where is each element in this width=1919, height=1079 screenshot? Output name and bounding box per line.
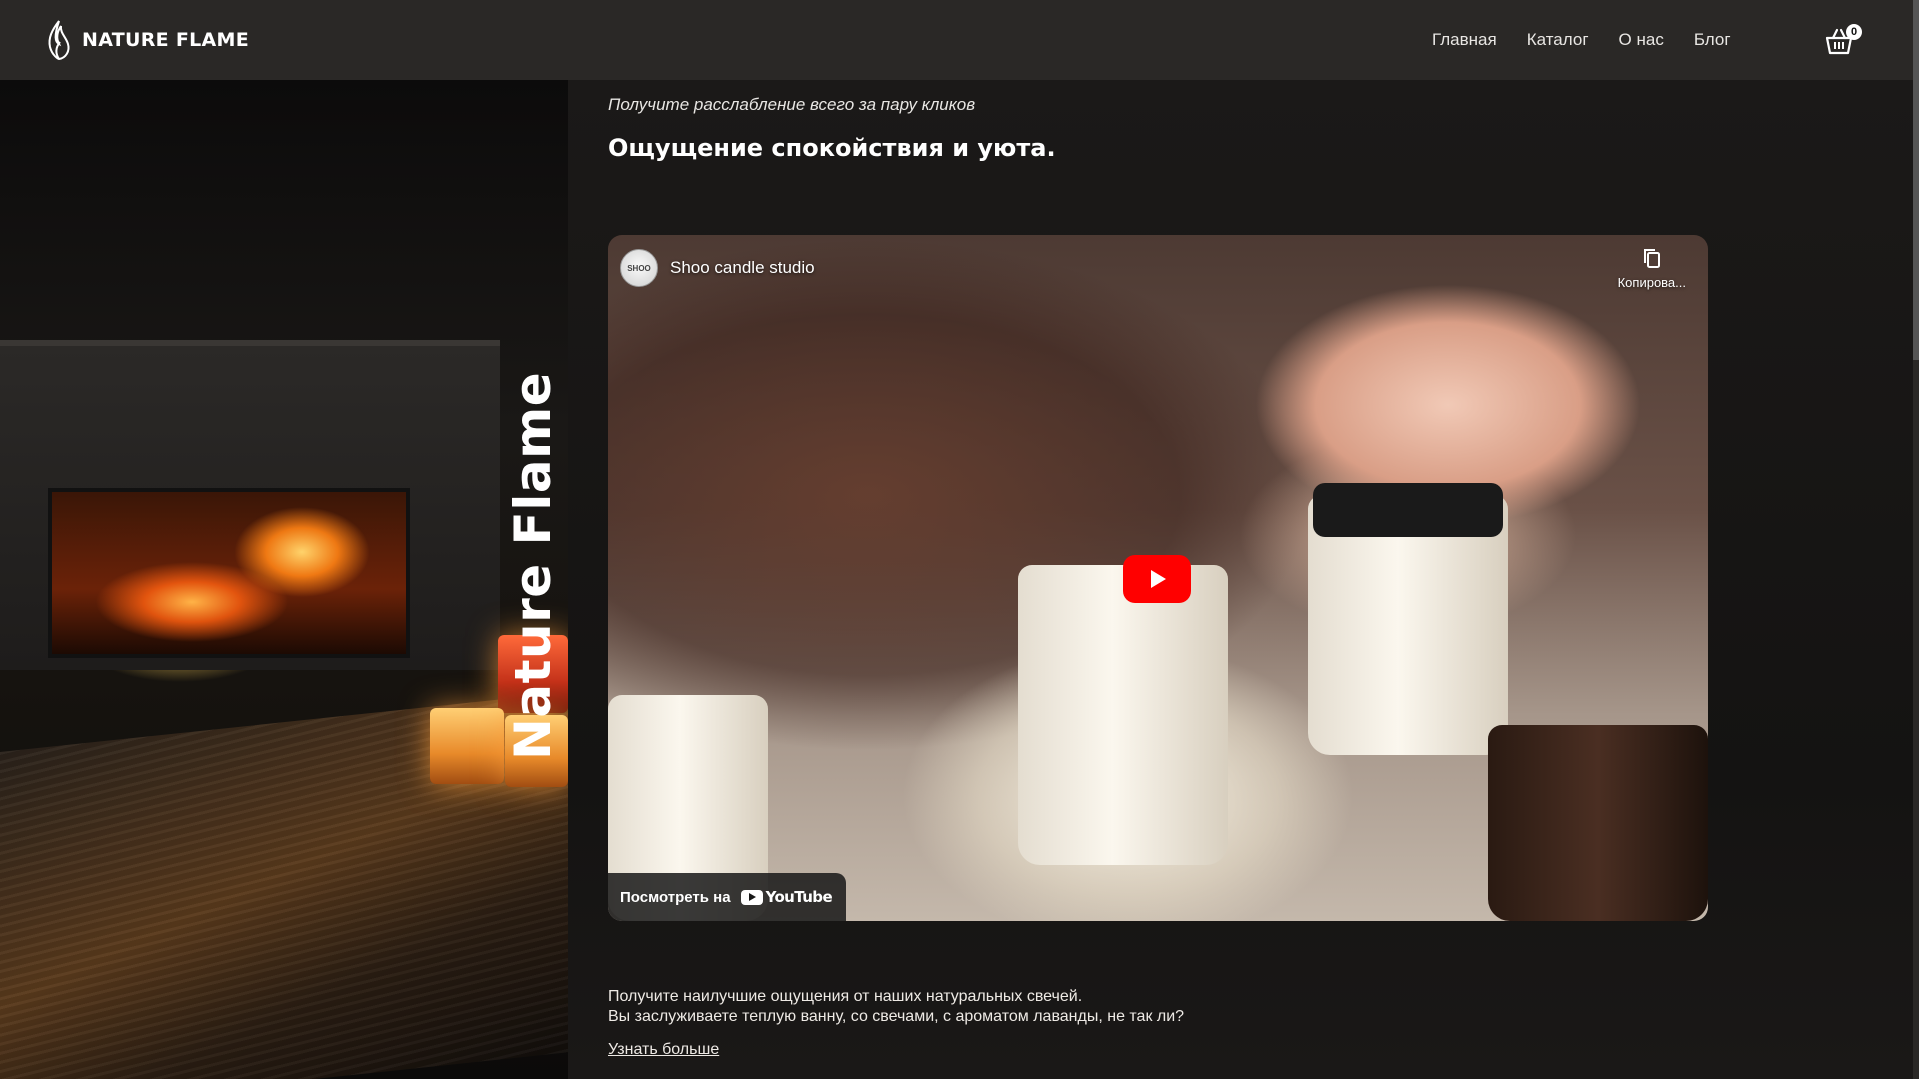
main-content: Получите расслабление всего за пару клик…	[568, 80, 1913, 1079]
video-jar-lid	[1313, 483, 1503, 537]
channel-avatar[interactable]: SHOO	[620, 249, 658, 287]
channel-name[interactable]: Shoo candle studio	[670, 258, 815, 278]
video-jar	[1488, 725, 1708, 921]
cart-button[interactable]: 0	[1824, 24, 1862, 56]
section-subtitle: Получите расслабление всего за пару клик…	[608, 95, 976, 114]
nav-about[interactable]: О нас	[1619, 30, 1664, 50]
copy-link-button[interactable]: Копирова...	[1618, 247, 1686, 290]
nav-blog[interactable]: Блог	[1694, 30, 1731, 50]
play-icon	[748, 893, 756, 901]
brand-logo[interactable]: NATURE FLAME	[46, 20, 249, 60]
youtube-logo-icon: YouTube	[740, 888, 833, 906]
youtube-wordmark: YouTube	[765, 888, 833, 906]
copy-icon	[1643, 249, 1660, 268]
page-scrollbar[interactable]	[1913, 0, 1919, 1079]
play-button[interactable]	[1123, 555, 1191, 603]
hero-vertical-title: Nature Flame	[504, 371, 562, 760]
copy-link-label: Копирова...	[1617, 275, 1686, 290]
section-heading: Ощущение спокойствия и уюта.	[608, 134, 1056, 162]
fireplace-fire	[48, 488, 410, 658]
learn-more-link[interactable]: Узнать больше	[608, 1041, 719, 1059]
nav-home[interactable]: Главная	[1432, 30, 1497, 50]
hero-image	[0, 80, 568, 1079]
video-channel[interactable]: SHOO Shoo candle studio	[620, 249, 815, 287]
description-line-1: Получите наилучшие ощущения от наших нат…	[608, 988, 1083, 1005]
site-header: NATURE FLAME Главная Каталог О нас Блог …	[0, 0, 1913, 80]
watch-on-youtube-button[interactable]: Посмотреть на YouTube	[608, 873, 847, 921]
flame-logo-icon	[48, 20, 70, 60]
youtube-embed[interactable]: SHOO Shoo candle studio Копирова... Посм…	[608, 235, 1708, 921]
nav-catalog[interactable]: Каталог	[1527, 30, 1589, 50]
scrollbar-thumb[interactable]	[1913, 0, 1919, 360]
watch-on-label: Посмотреть на	[620, 888, 731, 906]
description-line-2: Вы заслуживаете теплую ванну, со свечами…	[608, 1008, 1185, 1025]
description: Получите наилучшие ощущения от наших нат…	[608, 987, 1184, 1027]
cart-count-badge: 0	[1846, 24, 1862, 40]
brand-name: NATURE FLAME	[82, 29, 250, 51]
candle-glass	[430, 708, 504, 784]
youtube-play-box	[740, 889, 763, 905]
video-jar	[1018, 565, 1228, 865]
main-nav: Главная Каталог О нас Блог	[1432, 0, 1731, 80]
play-icon	[1151, 570, 1166, 588]
